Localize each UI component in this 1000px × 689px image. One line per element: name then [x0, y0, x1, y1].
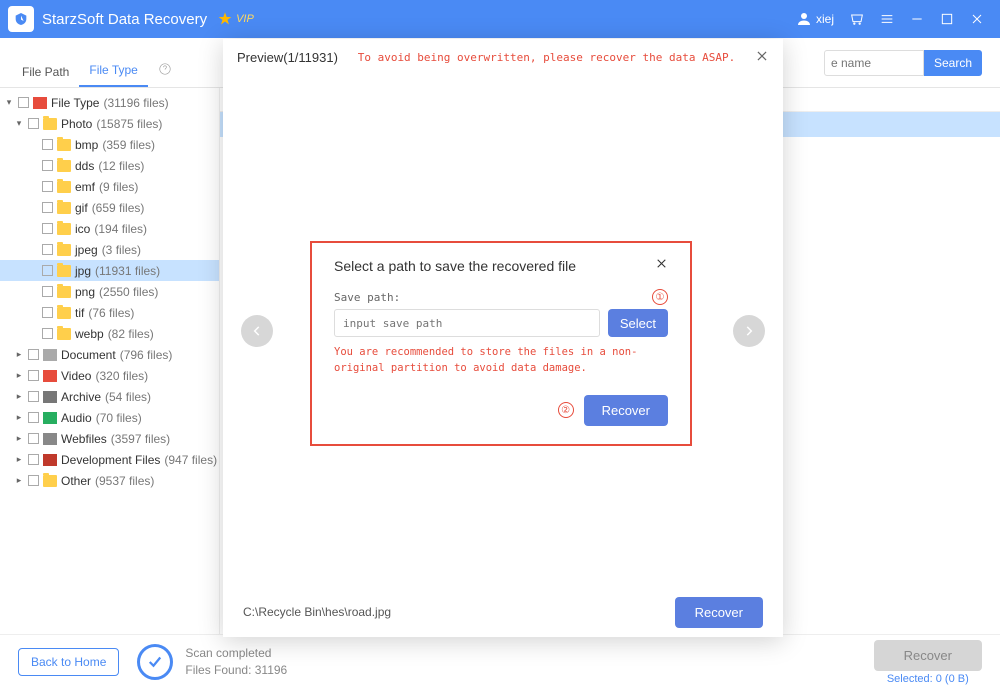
tree-dev[interactable]: ▸Development Files(947 files) [0, 449, 219, 470]
preview-filepath: C:\Recycle Bin\hes\road.jpg [243, 605, 391, 619]
tree-root[interactable]: ▾File Type(31196 files) [0, 92, 219, 113]
tree-video[interactable]: ▸Video(320 files) [0, 365, 219, 386]
tree-other[interactable]: ▸Other(9537 files) [0, 470, 219, 491]
save-dialog-close-icon[interactable] [655, 257, 668, 275]
tree-webfiles[interactable]: ▸Webfiles(3597 files) [0, 428, 219, 449]
tree-archive[interactable]: ▸Archive(54 files) [0, 386, 219, 407]
maximize-icon[interactable] [932, 4, 962, 34]
tab-file-type[interactable]: File Type [79, 55, 147, 87]
minimize-icon[interactable] [902, 4, 932, 34]
scan-status: Scan completed Files Found: 31196 [185, 645, 287, 679]
selected-count: Selected: 0 (0 B) [874, 673, 982, 685]
tree-bmp[interactable]: bmp(359 files) [0, 134, 219, 155]
annotation-badge-2: ② [558, 402, 574, 418]
annotation-badge-1: ① [652, 289, 668, 305]
app-title: StarzSoft Data Recovery [42, 11, 207, 28]
tree-gif[interactable]: gif(659 files) [0, 197, 219, 218]
tab-file-path[interactable]: File Path [12, 57, 79, 87]
tree-jpg[interactable]: jpg(11931 files) [0, 260, 219, 281]
preview-title: Preview(1/11931) [237, 50, 338, 65]
app-header: StarzSoft Data Recovery VIP xiej [0, 0, 1000, 38]
vip-badge[interactable]: VIP [217, 11, 254, 27]
tree-document[interactable]: ▸Document(796 files) [0, 344, 219, 365]
account-button[interactable]: xiej [795, 10, 834, 28]
save-path-label: Save path: [334, 291, 652, 304]
menu-icon[interactable] [872, 4, 902, 34]
footer: Back to Home Scan completed Files Found:… [0, 634, 1000, 689]
save-path-dialog: Select a path to save the recovered file… [310, 241, 692, 446]
preview-recover-button[interactable]: Recover [675, 597, 763, 628]
preview-prev-icon[interactable] [241, 315, 273, 347]
preview-warning: To avoid being overwritten, please recov… [338, 51, 755, 64]
save-dialog-note: You are recommended to store the files i… [334, 345, 668, 377]
cart-icon[interactable] [842, 4, 872, 34]
tree-ico[interactable]: ico(194 files) [0, 218, 219, 239]
back-to-home-button[interactable]: Back to Home [18, 648, 119, 676]
recover-button[interactable]: Recover [874, 640, 982, 671]
tree-photo[interactable]: ▾Photo(15875 files) [0, 113, 219, 134]
tree-jpeg[interactable]: jpeg(3 files) [0, 239, 219, 260]
tree-tif[interactable]: tif(76 files) [0, 302, 219, 323]
select-path-button[interactable]: Select [608, 309, 668, 337]
tree-webp[interactable]: webp(82 files) [0, 323, 219, 344]
tree-png[interactable]: png(2550 files) [0, 281, 219, 302]
preview-next-icon[interactable] [733, 315, 765, 347]
save-dialog-recover-button[interactable]: Recover [584, 395, 668, 426]
help-icon[interactable] [148, 54, 182, 87]
tree-audio[interactable]: ▸Audio(70 files) [0, 407, 219, 428]
tree-emf[interactable]: emf(9 files) [0, 176, 219, 197]
file-type-tree: ▾File Type(31196 files) ▾Photo(15875 fil… [0, 88, 220, 634]
tree-dds[interactable]: dds(12 files) [0, 155, 219, 176]
app-logo-icon [8, 6, 34, 32]
save-path-input[interactable] [334, 309, 600, 337]
save-dialog-title: Select a path to save the recovered file [334, 258, 576, 274]
search-button[interactable]: Search [924, 50, 982, 76]
close-icon[interactable] [962, 4, 992, 34]
preview-close-icon[interactable] [755, 49, 769, 66]
scan-complete-icon [137, 644, 173, 680]
search-input[interactable] [824, 50, 924, 76]
